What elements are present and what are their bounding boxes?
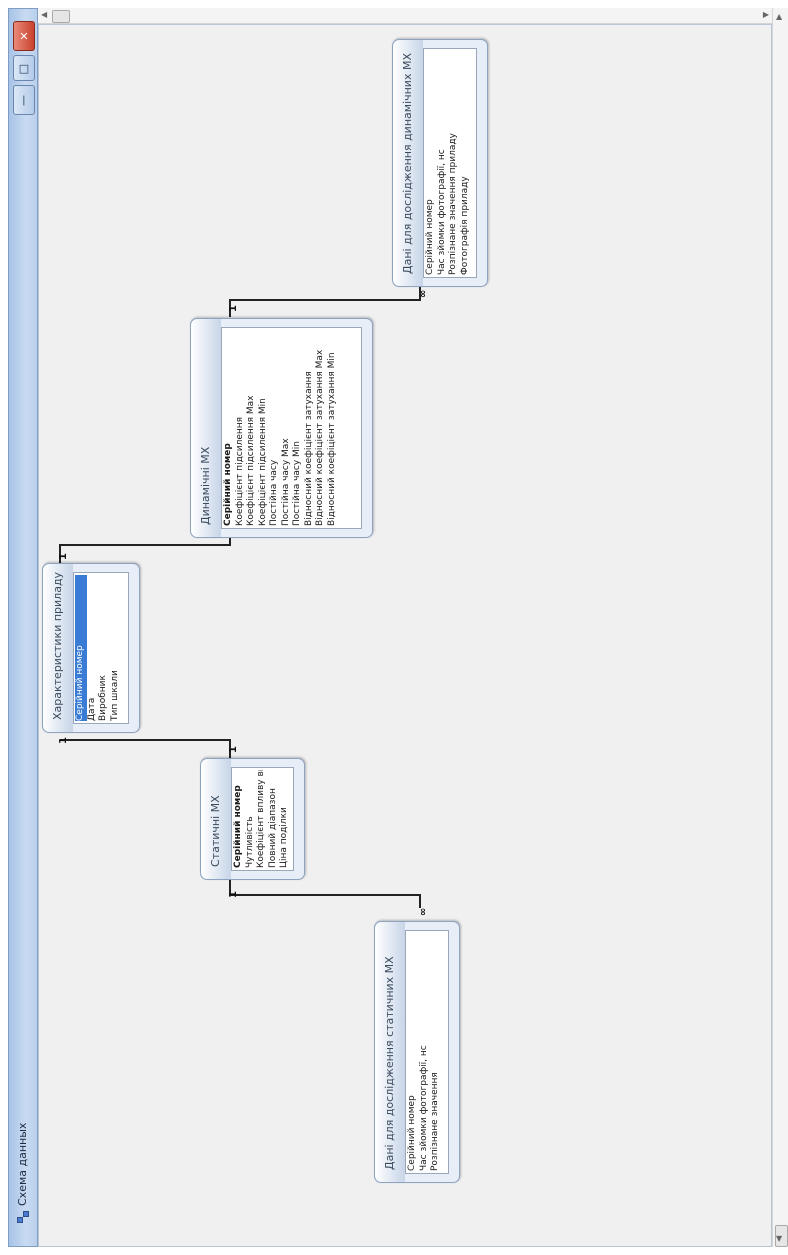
field-recognized-value[interactable]: Розпізнане значення приладу (448, 51, 460, 275)
relation-one-label: 1 (228, 305, 239, 312)
relationships-window: ✕ □ — Схема данных ◀ ▶ ▲ ▼ 1 1 1 1 ∞ 1 ∞… (0, 0, 788, 1255)
table-static-data[interactable]: Дані для дослідження статичних МХ Серійн… (374, 921, 460, 1183)
relation-one-label: 1 (58, 737, 69, 744)
field-serial-number[interactable]: Серійний номер (233, 770, 245, 868)
relationship-line (229, 285, 421, 317)
table-characteristics[interactable]: Характеристики приладу Серійний номер Да… (42, 563, 140, 733)
field-gain-min[interactable]: Коефіцієнт підсилення Min (258, 330, 270, 526)
relation-one-label: 1 (228, 746, 239, 753)
field-serial-number[interactable]: Серійний номер (223, 330, 235, 526)
field-serial-number[interactable]: Серійний номер (407, 933, 419, 1171)
field-full-range[interactable]: Повний діапазон (268, 770, 280, 868)
table-dynamic[interactable]: Динамічні МХ Серійний номер Коефіцієнт п… (190, 318, 373, 538)
field-time-constant-min[interactable]: Постійна часу Min (292, 330, 304, 526)
relation-one-label: 1 (228, 891, 239, 898)
field-list[interactable]: Серійний номер Коефіцієнт підсилення Кое… (221, 327, 362, 529)
relation-many-label: ∞ (418, 908, 429, 916)
field-gain-max[interactable]: Коефіцієнт підсилення Max (246, 330, 258, 526)
field-date[interactable]: Дата (87, 575, 99, 721)
table-title: Дані для дослідження динамічних МХ (393, 40, 423, 286)
field-time-constant-max[interactable]: Постійна часу Max (281, 330, 293, 526)
table-title: Динамічні МХ (191, 319, 221, 537)
field-damping-max[interactable]: Відносний коефіцієнт затухання Max (315, 330, 327, 526)
table-dynamic-data[interactable]: Дані для дослідження динамічних МХ Серій… (392, 39, 488, 287)
table-title: Дані для дослідження статичних МХ (375, 922, 405, 1182)
field-gain[interactable]: Коефіцієнт підсилення (235, 330, 247, 526)
relation-many-label: ∞ (418, 290, 429, 298)
field-list[interactable]: Серійний номер Чутливість Коефіцієнт впл… (231, 767, 294, 871)
field-list[interactable]: Серійний номер Час зйомки фотографії, нс… (423, 48, 477, 278)
field-time-constant[interactable]: Постійна часу (269, 330, 281, 526)
relationship-line (229, 880, 421, 908)
field-damping[interactable]: Відносний коефіцієнт затухання (304, 330, 316, 526)
relation-one-label: 1 (58, 553, 69, 560)
field-influence-coefficient[interactable]: Коефіцієнт впливу вилівної вел (256, 770, 268, 868)
field-manufacturer[interactable]: Виробник (98, 575, 110, 721)
field-list[interactable]: Серійний номер Час зйомки фотографії, нс… (405, 930, 449, 1174)
field-device-photo[interactable]: Фотографія приладу (460, 51, 472, 275)
relationship-line (60, 739, 231, 758)
field-serial-number[interactable]: Серійний номер (75, 575, 87, 721)
field-serial-number[interactable]: Серійний номер (425, 51, 437, 275)
field-scale-division[interactable]: Ціна поділки (279, 770, 291, 868)
field-damping-min[interactable]: Відносний коефіцієнт затухання Min (327, 330, 339, 526)
field-photo-time[interactable]: Час зйомки фотографії, нс (437, 51, 449, 275)
field-scale-type[interactable]: Тип шкали (110, 575, 122, 721)
field-photo-time[interactable]: Час зйомки фотографії, нс (419, 933, 431, 1171)
table-static[interactable]: Статичні МХ Серійний номер Чутливість Ко… (200, 758, 305, 880)
field-sensitivity[interactable]: Чутливість (245, 770, 257, 868)
table-title: Характеристики приладу (43, 564, 73, 732)
field-list[interactable]: Серійний номер Дата Виробник Тип шкали (73, 572, 129, 724)
table-title: Статичні МХ (201, 759, 231, 879)
field-recognized-value[interactable]: Розпізнане значення (430, 933, 442, 1171)
